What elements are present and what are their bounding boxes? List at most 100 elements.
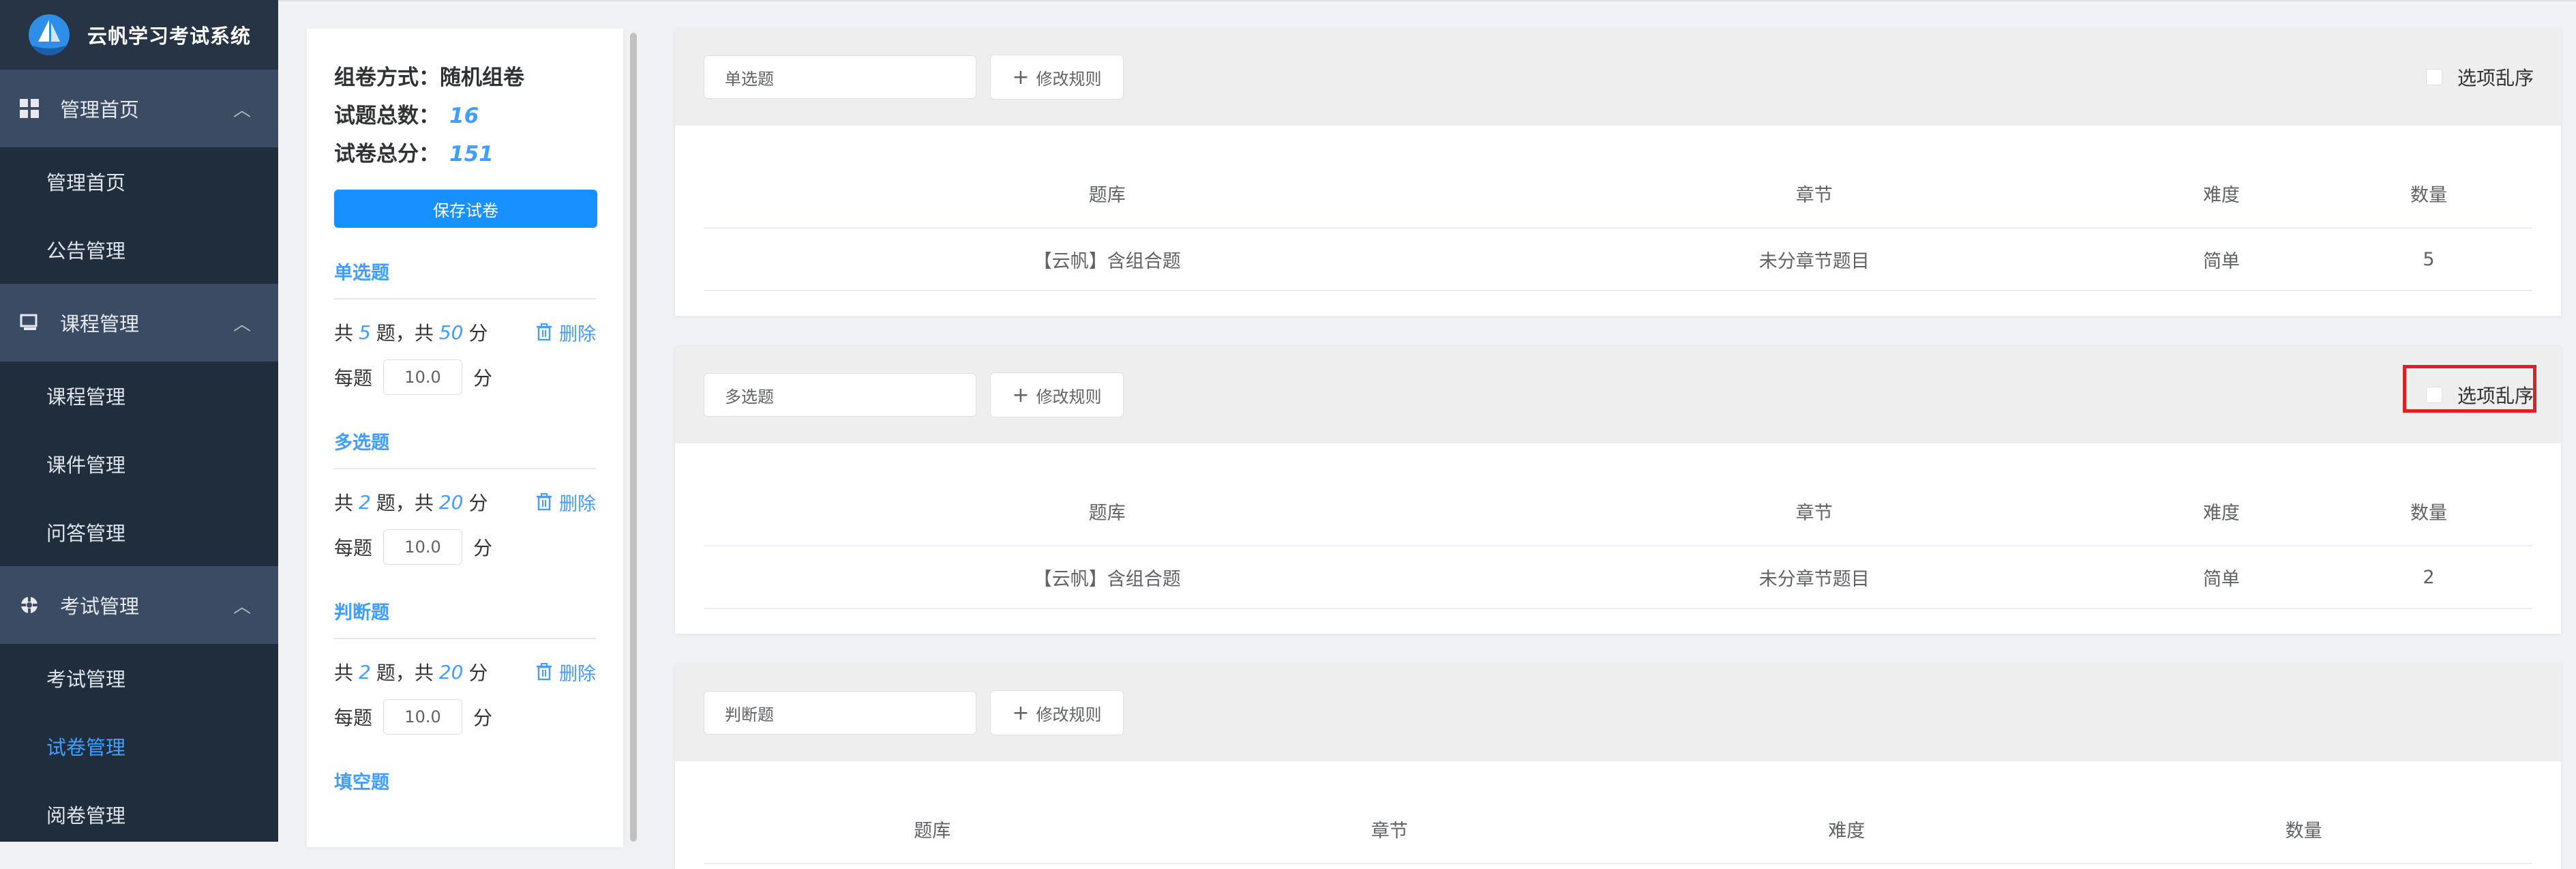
edit-rule-button[interactable]: + 修改规则	[990, 690, 1124, 735]
delete-label: 删除	[559, 663, 596, 685]
shuffle-checkbox[interactable]	[2425, 69, 2442, 85]
menu-group-label: 管理首页	[60, 98, 140, 121]
trash-icon	[537, 663, 552, 681]
chevron-up-icon: ︿	[233, 596, 251, 617]
plus-icon: +	[1012, 701, 1030, 725]
app-logo-row[interactable]: 云帆学习考试系统	[0, 0, 278, 70]
per-score-row-single: 每题 分	[334, 357, 596, 398]
edit-rule-button[interactable]: + 修改规则	[990, 55, 1124, 100]
text-mid: 题，共	[376, 662, 434, 684]
per-label: 每题	[334, 367, 373, 389]
section-title-single: 单选题	[334, 258, 596, 299]
column-header: 难度	[2117, 443, 2325, 546]
delete-section-button[interactable]: 删除	[536, 659, 596, 686]
edit-rule-button[interactable]: + 修改规则	[990, 372, 1124, 417]
section-summary-judge: 共 2 题，共 20 分 删除	[334, 658, 596, 686]
sidebar: 云帆学习考试系统 管理首页 ︿ 管理首页 公告管理 课程管理 ︿ 课程管理 课件…	[0, 0, 278, 842]
shuffle-label: 选项乱序	[2457, 67, 2534, 89]
per-score-input[interactable]	[383, 699, 463, 735]
section-title-fill: 填空题	[334, 772, 389, 793]
save-paper-button[interactable]: 保存试卷	[334, 190, 597, 228]
rule-card-multi: + 修改规则 选项乱序 题库 章节 难度 数量 【云帆】含组合题 未分章节题目 简…	[675, 347, 2561, 634]
column-header: 数量	[2324, 443, 2532, 546]
delete-section-button[interactable]: 删除	[536, 489, 596, 516]
sidebar-item-home[interactable]: 管理首页	[0, 147, 278, 216]
column-header: 数量	[2324, 126, 2532, 229]
delete-label: 删除	[559, 493, 596, 515]
panel-scrollbar-thumb[interactable]	[630, 33, 637, 842]
per-unit: 分	[473, 707, 493, 729]
menu-group-course[interactable]: 课程管理 ︿	[0, 284, 278, 362]
total-count-value: 16	[449, 104, 479, 128]
edit-rule-label: 修改规则	[1036, 69, 1102, 89]
column-header: 章节	[1160, 761, 1618, 864]
text-unit: 分	[468, 662, 488, 684]
delete-label: 删除	[559, 323, 596, 345]
sail-logo-icon	[29, 14, 70, 55]
question-type-input[interactable]	[704, 55, 976, 99]
trash-icon	[537, 493, 552, 511]
per-label: 每题	[334, 707, 373, 729]
cell-difficulty: 简单	[2117, 546, 2325, 609]
rule-card-single: + 修改规则 选项乱序 题库 章节 难度 数量 【云帆】含组合题 未分章节题目 简…	[675, 29, 2561, 316]
course-icon	[18, 311, 41, 334]
per-score-input[interactable]	[383, 529, 463, 565]
total-score-value: 151	[449, 142, 494, 166]
table-row: 【云帆】含组合题 未分章节题目 简单 5	[704, 228, 2532, 291]
menu-group-label: 课程管理	[60, 312, 140, 336]
section-summary-multi: 共 2 题，共 20 分 删除	[334, 488, 596, 516]
column-header: 难度	[1618, 761, 2076, 864]
per-score-input[interactable]	[383, 359, 463, 395]
rule-table: 题库 章节 难度 数量 【云帆】含组合题 未分章节题目 简单 5	[704, 126, 2532, 291]
text-mid: 题，共	[376, 492, 434, 514]
rule-table: 题库 章节 难度 数量	[704, 761, 2532, 864]
menu-group-exam[interactable]: 考试管理 ︿	[0, 566, 278, 644]
compose-mode-label: 组卷方式：	[334, 65, 440, 90]
column-header: 题库	[704, 126, 1511, 229]
question-type-input[interactable]	[704, 691, 976, 735]
column-header: 章节	[1510, 443, 2118, 546]
section-score: 50	[438, 321, 464, 344]
question-type-input[interactable]	[704, 373, 976, 417]
top-divider	[278, 0, 2576, 1]
cell-count: 2	[2324, 546, 2532, 609]
sidebar-item-paper[interactable]: 试卷管理	[0, 712, 278, 780]
sidebar-item-courseware[interactable]: 课件管理	[0, 430, 278, 498]
text-unit: 分	[468, 492, 488, 514]
chevron-up-icon: ︿	[233, 100, 251, 121]
rule-card-judge: + 修改规则 题库 章节 难度 数量	[675, 664, 2561, 869]
cell-bank: 【云帆】含组合题	[704, 546, 1511, 609]
sidebar-item-course[interactable]: 课程管理	[0, 362, 278, 430]
compose-mode-line: 组卷方式：随机组卷	[334, 59, 596, 97]
text-pre: 共	[334, 662, 354, 684]
edit-rule-label: 修改规则	[1036, 705, 1102, 724]
text-unit: 分	[468, 322, 488, 344]
delete-section-button[interactable]: 删除	[536, 319, 596, 346]
sidebar-item-notice[interactable]: 公告管理	[0, 216, 278, 284]
section-count: 2	[359, 490, 371, 514]
section-score: 20	[438, 660, 464, 683]
shuffle-options-toggle[interactable]: 选项乱序	[2402, 365, 2536, 413]
sidebar-item-qa[interactable]: 问答管理	[0, 498, 278, 566]
compose-mode-value: 随机组卷	[440, 65, 524, 90]
shuffle-options-toggle[interactable]: 选项乱序	[2425, 63, 2534, 91]
trash-icon	[537, 323, 552, 341]
menu-group-label: 考试管理	[60, 595, 140, 618]
column-header: 章节	[1510, 126, 2118, 229]
rule-card-header: + 修改规则 选项乱序	[675, 347, 2561, 443]
sidebar-item-exam[interactable]: 考试管理	[0, 644, 278, 712]
section-summary-single: 共 5 题，共 50 分 删除	[334, 319, 596, 346]
cell-bank: 【云帆】含组合题	[704, 228, 1511, 291]
section-title-multi: 多选题	[334, 428, 596, 469]
table-row: 【云帆】含组合题 未分章节题目 简单 2	[704, 546, 2532, 609]
rule-table: 题库 章节 难度 数量 【云帆】含组合题 未分章节题目 简单 2	[704, 443, 2532, 609]
menu-group-home[interactable]: 管理首页 ︿	[0, 70, 278, 147]
plus-icon: +	[1012, 383, 1030, 407]
text-pre: 共	[334, 492, 354, 514]
sidebar-item-marking[interactable]: 阅卷管理	[0, 780, 278, 842]
column-header: 题库	[704, 761, 1161, 864]
section-count: 2	[359, 660, 371, 683]
total-count-line: 试题总数： 16	[334, 97, 596, 135]
paper-summary-panel: 组卷方式：随机组卷 试题总数： 16 试卷总分： 151 保存试卷 单选题 共 5 题，…	[307, 29, 623, 847]
column-header: 数量	[2075, 761, 2532, 864]
